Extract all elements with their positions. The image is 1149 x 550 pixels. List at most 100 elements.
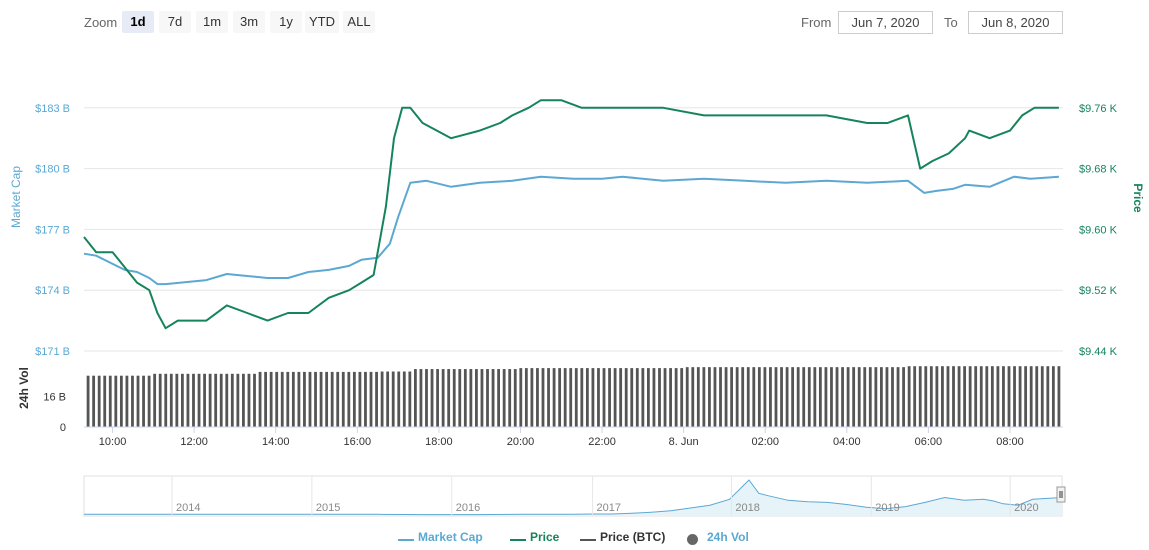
volume-bar [286,371,290,427]
x-tick-label: 04:00 [833,436,861,448]
volume-bar [92,375,96,427]
volume-bar [563,368,567,427]
volume-bar [696,367,700,427]
volume-bar [197,373,201,427]
volume-bar [957,366,961,427]
volume-bar [458,369,462,427]
volume-bar [896,367,900,427]
volume-bar [475,369,478,427]
volume-bar [230,373,234,427]
volume-bar [297,371,301,427]
legend-dot-icon [687,534,698,545]
volume-bar [913,366,917,427]
volume-bar [375,371,378,427]
legend-line-icon [398,539,414,541]
volume-bar [325,371,329,427]
volume-bar [724,367,728,427]
volume-bar [818,367,822,427]
volume-bar [824,367,828,427]
volume-bar [308,371,312,427]
volume-bar [136,375,140,427]
volume-bar [852,367,856,427]
volume-bar [619,368,623,427]
x-tick-label: 18:00 [425,436,453,448]
volume-bar [652,368,656,427]
navigator[interactable]: 2014 2015 2016 2017 2018 2019 2020 [83,475,1066,517]
left-tick-label: $183 B [35,103,70,115]
volume-bar [119,375,123,427]
volume-bar [902,367,905,427]
volume-bar [352,371,356,427]
x-tick-label: 8. Jun [669,436,699,448]
volume-bar [558,368,562,427]
volume-bar [990,366,994,427]
volume-axis-title: 24h Vol [17,367,31,409]
volume-bar [463,369,467,427]
x-tick-label: 06:00 [915,436,943,448]
volume-bar [169,373,173,427]
volume-bar [236,373,240,427]
volume-bar [519,368,523,427]
legend-label: Market Cap [418,530,483,544]
volume-bar [935,366,939,427]
volume-bar [624,368,628,427]
volume-bar [830,367,833,427]
price-line [83,99,1059,330]
navigator-year-label: 2014 [176,502,200,514]
volume-bar [746,367,750,427]
right-tick-label: $9.52 K [1079,285,1118,297]
volume-bar [552,368,556,427]
volume-bar [536,368,539,427]
right-tick-label: $9.44 K [1079,346,1118,358]
volume-bar [968,366,972,427]
volume-bar [364,371,367,427]
volume-bar [330,371,334,427]
volume-bar [807,367,811,427]
volume-bar [336,371,340,427]
legend-label: Price (BTC) [600,530,666,544]
volume-bar [114,375,118,427]
volume-bar [597,368,600,427]
market-cap-line [83,175,1059,286]
volume-bar [769,367,772,427]
volume-bar [802,367,806,427]
legend-line-icon [580,539,596,541]
volume-bar [425,369,428,427]
volume-bar [314,371,317,427]
navigator-year-label: 2019 [875,502,899,514]
navigator-handle[interactable] [1056,486,1066,503]
volume-bar [757,367,761,427]
volume-bar [1002,366,1005,427]
legend-label: Price [530,530,560,544]
x-tick-label: 08:00 [996,436,1024,448]
volume-bar [752,367,756,427]
market-chart[interactable]: Market Cap $183 B $180 B $177 B $174 B $… [0,0,1149,530]
volume-bar [164,373,168,427]
grid-lines [84,107,1063,352]
volume-bar [142,375,145,427]
volume-bar [319,371,323,427]
volume-bar [796,367,800,427]
volume-bar [708,367,711,427]
volume-bar [868,367,872,427]
volume-bar [608,368,611,427]
volume-bar [774,367,778,427]
volume-bar [258,371,262,427]
volume-bar [963,366,967,427]
volume-bar [741,367,745,427]
volume-bar [97,375,101,427]
volume-bar [214,373,218,427]
volume-bar [486,369,489,427]
volume-bar [225,373,229,427]
volume-bar [591,368,595,427]
volume-bar [208,373,212,427]
volume-bar [280,371,284,427]
volume-bar [635,368,639,427]
volume-bar [641,368,645,427]
navigator-year-label: 2020 [1014,502,1038,514]
volume-bar [380,371,384,427]
volume-bar [1035,366,1039,427]
volume-bar [447,369,451,427]
volume-bar [680,368,684,427]
left-tick-label: $177 B [35,224,70,236]
